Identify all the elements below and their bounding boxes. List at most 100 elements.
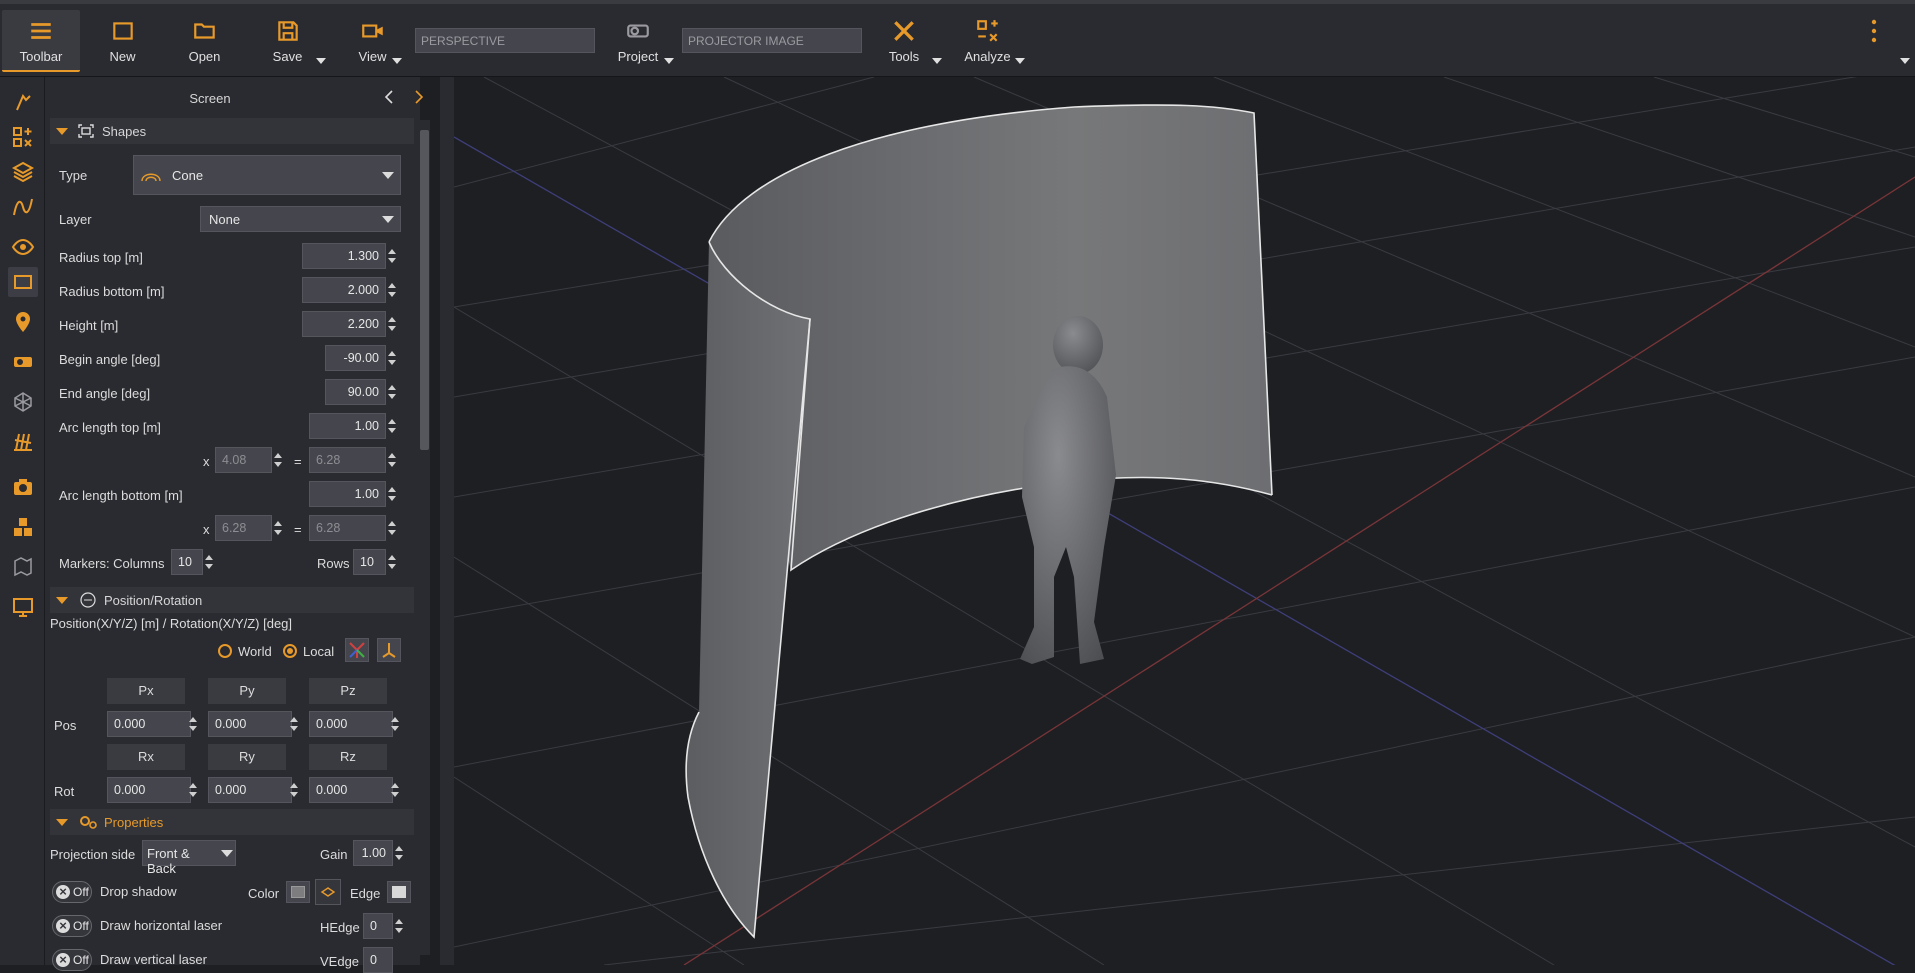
arc-bottom-multiplier-input[interactable]: 6.28 [215, 515, 272, 541]
columns-spinner[interactable] [203, 549, 215, 575]
rows-spinner[interactable] [386, 549, 398, 575]
color-swatch-button[interactable] [286, 881, 310, 903]
local-radio[interactable] [283, 644, 297, 658]
rot-z-input[interactable]: 0.000 [309, 777, 393, 803]
save-dropdown-caret[interactable] [316, 58, 326, 64]
rot-y-spinner[interactable] [288, 777, 300, 803]
arc-length-top-spinner[interactable] [386, 413, 398, 439]
pos-x-spinner[interactable] [187, 711, 199, 737]
hedge-input[interactable]: 0 [363, 913, 393, 939]
end-angle-input[interactable]: 90.00 [325, 379, 386, 405]
folder-open-icon [193, 23, 215, 39]
pointer-icon[interactable] [8, 87, 38, 117]
pos-x-input[interactable]: 0.000 [107, 711, 191, 737]
world-axes-button[interactable] [345, 638, 369, 662]
screen-icon[interactable] [8, 267, 38, 297]
hedge-spinner[interactable] [393, 913, 405, 939]
rows-input[interactable]: 10 [353, 549, 386, 575]
open-button[interactable]: Open [172, 10, 237, 72]
arc-top-result-spinner[interactable] [386, 447, 398, 473]
scrollbar-thumb[interactable] [420, 130, 429, 450]
rot-x-spinner[interactable] [187, 777, 199, 803]
project-dropdown-caret[interactable] [664, 58, 674, 64]
3d-viewport[interactable] [454, 77, 1915, 965]
begin-angle-spinner[interactable] [386, 345, 398, 371]
end-angle-spinner[interactable] [386, 379, 398, 405]
world-radio[interactable] [218, 644, 232, 658]
type-dropdown-arrow [382, 172, 394, 179]
view-mode-field[interactable]: PERSPECTIVE [415, 28, 595, 53]
tools-dropdown-caret[interactable] [932, 58, 942, 64]
shapes-section-header[interactable]: Shapes [50, 118, 414, 144]
location-pin-icon[interactable] [8, 307, 38, 337]
projection-side-select[interactable]: Front & Back [142, 840, 236, 876]
chevron-left-icon[interactable] [383, 89, 395, 108]
panel-scrollbar[interactable] [419, 120, 430, 955]
camera-icon[interactable] [8, 472, 38, 502]
blend-icon[interactable] [8, 552, 38, 582]
eye-icon[interactable] [8, 232, 38, 262]
panel-splitter[interactable] [440, 77, 454, 965]
projector-image-field[interactable]: PROJECTOR IMAGE [682, 28, 862, 53]
overflow-dropdown-caret[interactable] [1900, 58, 1910, 64]
more-options-icon[interactable] [1870, 18, 1878, 44]
begin-angle-input[interactable]: -90.00 [325, 345, 386, 371]
perspective-box-icon[interactable] [8, 387, 38, 417]
drop-shadow-toggle[interactable]: Off [52, 881, 92, 903]
add-objects-icon[interactable] [8, 122, 38, 152]
tools-button[interactable]: Tools [878, 10, 930, 72]
pos-z-spinner[interactable] [389, 711, 401, 737]
pos-y-input[interactable]: 0.000 [208, 711, 292, 737]
arc-bottom-result-input[interactable]: 6.28 [309, 515, 386, 541]
projector-icon[interactable] [8, 347, 38, 377]
height-spinner[interactable] [386, 311, 398, 337]
edge-color-button[interactable] [387, 881, 411, 903]
analyze-dropdown-caret[interactable] [1015, 58, 1025, 64]
rot-y-input[interactable]: 0.000 [208, 777, 292, 803]
gain-input[interactable]: 1.00 [353, 840, 393, 866]
type-select[interactable]: Cone [133, 155, 401, 195]
horizontal-laser-toggle[interactable]: Off [52, 915, 92, 937]
curve-icon[interactable] [8, 192, 38, 222]
pos-y-spinner[interactable] [288, 711, 300, 737]
local-axes-button[interactable] [377, 638, 401, 662]
axes-icon [349, 642, 365, 658]
cubes-icon[interactable] [8, 512, 38, 542]
view-dropdown-caret[interactable] [392, 58, 402, 64]
gain-spinner[interactable] [393, 840, 405, 866]
radius-top-spinner[interactable] [386, 243, 398, 269]
save-button[interactable]: Save [255, 10, 320, 72]
height-input[interactable]: 2.200 [302, 311, 386, 337]
projection-side-value: Front & Back [147, 846, 190, 876]
arc-top-multiplier-spinner[interactable] [272, 447, 284, 473]
vedge-input[interactable]: 0 [363, 947, 393, 973]
analyze-button[interactable]: Analyze [960, 10, 1015, 72]
project-button[interactable]: Project [608, 10, 668, 72]
edge-blend-button[interactable] [315, 879, 341, 905]
radius-bottom-spinner[interactable] [386, 277, 398, 303]
properties-section-header[interactable]: Properties [50, 809, 414, 835]
rot-x-input[interactable]: 0.000 [107, 777, 191, 803]
arc-length-top-input[interactable]: 1.00 [309, 413, 386, 439]
arc-bottom-multiplier-spinner[interactable] [272, 515, 284, 541]
arc-length-bottom-input[interactable]: 1.00 [309, 481, 386, 507]
toolbar-button[interactable]: Toolbar [2, 10, 80, 72]
layers-icon[interactable] [8, 157, 38, 187]
layer-select[interactable]: None [200, 206, 401, 232]
radius-top-input[interactable]: 1.300 [302, 243, 386, 269]
arc-top-result-input[interactable]: 6.28 [309, 447, 386, 473]
display-icon[interactable] [8, 592, 38, 622]
laser-icon[interactable] [8, 427, 38, 457]
arc-bottom-result-spinner[interactable] [386, 515, 398, 541]
chevron-right-icon[interactable] [413, 89, 425, 108]
multiply-symbol: x [203, 454, 210, 469]
radius-bottom-input[interactable]: 2.000 [302, 277, 386, 303]
rot-z-spinner[interactable] [389, 777, 401, 803]
arc-top-multiplier-input[interactable]: 4.08 [215, 447, 272, 473]
columns-input[interactable]: 10 [171, 549, 203, 575]
new-button[interactable]: New [90, 10, 155, 72]
position-rotation-section-header[interactable]: Position/Rotation [50, 587, 414, 613]
pos-z-input[interactable]: 0.000 [309, 711, 393, 737]
arc-length-bottom-spinner[interactable] [386, 481, 398, 507]
vertical-laser-toggle[interactable]: Off [52, 949, 92, 971]
